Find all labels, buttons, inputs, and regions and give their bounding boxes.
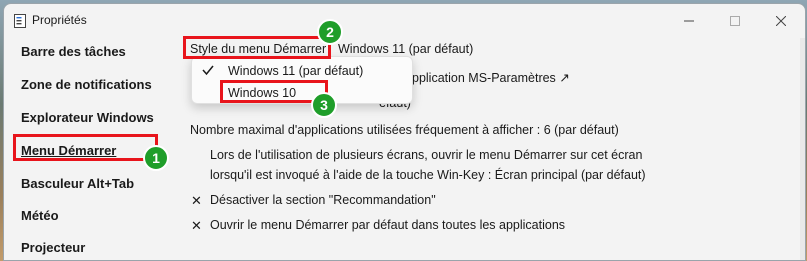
open-default-all-apps-option[interactable]: Ouvrir le menu Démarrer par défaut dans … xyxy=(210,218,565,232)
app-icon xyxy=(14,14,26,28)
sidebar-item-projector[interactable]: Projecteur xyxy=(21,240,85,255)
step-badge-2: 2 xyxy=(317,19,343,45)
maximize-icon xyxy=(730,16,740,26)
disable-recommendation-option[interactable]: Désactiver la section "Recommandation" xyxy=(210,193,436,207)
start-menu-style-value[interactable]: Windows 11 (par défaut) xyxy=(338,42,473,56)
step-badge-1: 1 xyxy=(143,145,169,171)
close-button[interactable] xyxy=(758,4,804,38)
max-apps-setting[interactable]: Nombre maximal d'applications utilisées … xyxy=(190,123,619,137)
highlight-style-label xyxy=(183,36,331,59)
multi-screen-setting-line1[interactable]: Lors de l'utilisation de plusieurs écran… xyxy=(210,148,642,162)
ms-settings-link[interactable]: pplication MS-Paramètres ↗ xyxy=(412,70,570,85)
title-bar: Propriétés xyxy=(4,4,805,38)
sidebar-item-explorer[interactable]: Explorateur Windows xyxy=(21,110,154,125)
sidebar-item-taskbar[interactable]: Barre des tâches xyxy=(21,44,126,59)
minimize-icon xyxy=(684,20,694,22)
disable-recommendation-check-icon[interactable]: ✕ xyxy=(191,193,202,209)
window-edge xyxy=(800,38,805,260)
window-title: Propriétés xyxy=(32,13,87,27)
dropdown-option-windows11[interactable]: Windows 11 (par défaut) xyxy=(228,64,363,78)
sidebar-item-alt-tab[interactable]: Basculeur Alt+Tab xyxy=(21,176,134,191)
sidebar-item-weather[interactable]: Météo xyxy=(21,208,59,223)
checkmark-icon xyxy=(202,65,214,76)
maximize-button[interactable] xyxy=(712,4,758,38)
multi-screen-setting-line2[interactable]: lorsqu'il est invoqué à l'aide de la tou… xyxy=(210,168,646,182)
properties-window: Propriétés Barre des tâches Zone de noti… xyxy=(3,3,806,261)
sidebar-item-notifications[interactable]: Zone de notifications xyxy=(21,77,152,92)
highlight-start-menu xyxy=(13,134,158,161)
step-badge-3: 3 xyxy=(311,92,337,118)
minimize-button[interactable] xyxy=(666,4,712,38)
close-icon xyxy=(776,16,786,26)
open-default-all-apps-check-icon[interactable]: ✕ xyxy=(191,218,202,234)
